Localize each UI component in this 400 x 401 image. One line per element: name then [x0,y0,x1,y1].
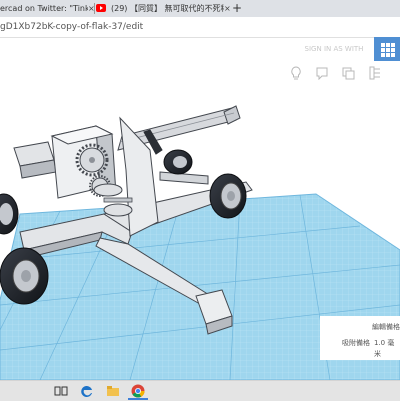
grid-view-button[interactable] [374,37,400,61]
grid-settings-panel: 編輯備格 吸附備格 1.0 毫 米 [320,316,400,360]
file-explorer-icon[interactable] [106,384,120,398]
browser-tab-bar: ercad on Twitter: "Tinkerca × (29) 【同質】 … [0,0,400,17]
left-outrigger[interactable] [13,141,57,179]
wheel-rear-left[interactable] [163,149,193,175]
copy-icon[interactable] [341,66,355,80]
ruler-icon[interactable] [368,66,382,80]
edge-icon[interactable] [80,384,94,398]
chrome-icon[interactable] [131,384,145,398]
user-button[interactable]: SIGN IN AS WITH [298,42,370,56]
snap-grid-unit: 米 [374,350,381,358]
tab-tinkercad-twitter[interactable]: ercad on Twitter: "Tinkerca [0,0,88,17]
tab-label: (29) 【同質】 無可取代的不死稱 [111,4,224,13]
tab-youtube[interactable]: (29) 【同質】 無可取代的不死稱 [96,0,224,17]
address-bar[interactable]: gD1Xb72bK-copy-of-flak-37/edit [0,17,400,38]
tab-label: ercad on Twitter: "Tinkerca [0,4,88,13]
edit-grid-label[interactable]: 編輯備格 [372,322,400,332]
wheel-rear-right[interactable] [209,173,247,219]
rear-axle[interactable] [159,171,209,185]
wheel-front-right[interactable] [0,193,19,235]
snap-grid-label: 吸附備格 [342,339,370,347]
youtube-icon [96,4,106,12]
task-view-icon[interactable] [54,384,68,398]
url-text[interactable]: gD1Xb72bK-copy-of-flak-37/edit [0,20,143,34]
tab-close-icon[interactable]: × [224,0,231,17]
comment-icon[interactable] [315,66,329,80]
tab-divider [94,3,95,14]
toolbar [0,62,400,84]
snap-grid-value[interactable]: 1.0 毫 [374,338,394,348]
lightbulb-icon[interactable] [289,66,303,80]
windows-taskbar [0,380,400,401]
new-tab-button[interactable]: + [232,0,242,16]
wheel-front-left[interactable] [0,247,49,305]
